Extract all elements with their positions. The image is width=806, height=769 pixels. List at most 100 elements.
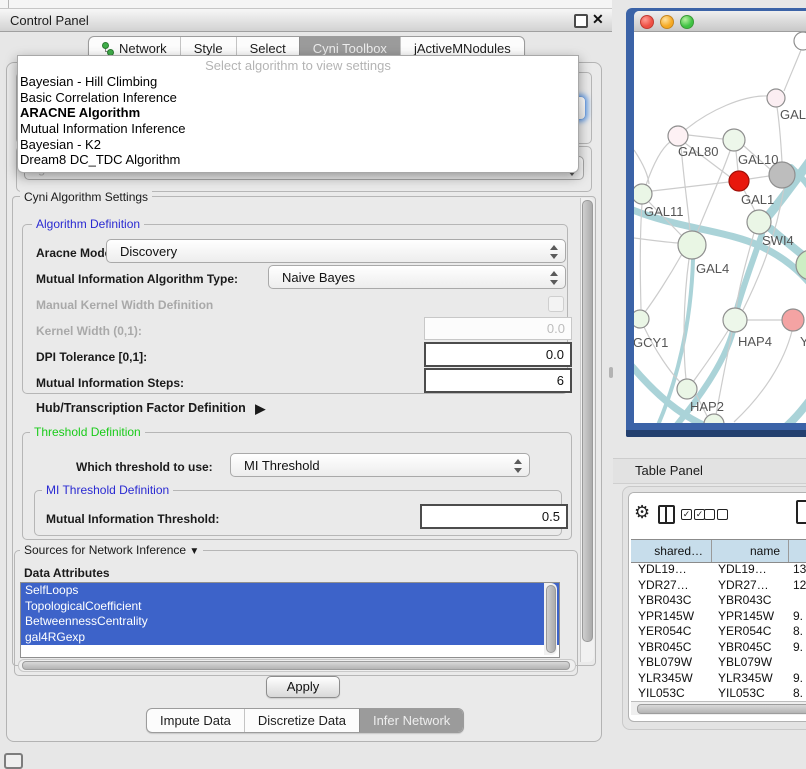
which-threshold-combo[interactable]: MI Threshold (230, 453, 530, 477)
network-window-frame[interactable]: GALGAL80GAL10GAL1GAL11SWI4GAL4GCY1HAP4YH… (626, 8, 806, 437)
column-header-name[interactable]: name (712, 540, 789, 562)
dropdown-item[interactable]: Basic Correlation Inference (18, 90, 578, 106)
network-node-gal1-red[interactable] (729, 171, 749, 191)
close-icon[interactable]: ✕ (592, 11, 604, 28)
network-node-hap4[interactable] (723, 308, 747, 332)
table-cell: YLR345W (631, 671, 712, 687)
hub-section-label[interactable]: Hub/Transcription Factor Definition ▶ (36, 400, 265, 416)
network-node-y-pink[interactable] (782, 309, 804, 331)
kernel-width-field[interactable]: 0.0 (424, 317, 572, 340)
aracne-mode-value: Discovery (120, 244, 177, 259)
table-row[interactable]: YDR27…YDR27…12 (631, 578, 806, 594)
network-edge-teal[interactable] (772, 392, 806, 423)
attributes-vscrollbar[interactable] (544, 583, 557, 655)
settings-vscrollbar[interactable] (580, 198, 594, 662)
algorithm-definition-title: Algorithm Definition (32, 217, 144, 231)
table-row[interactable]: YBR043CYBR043C (631, 593, 806, 609)
attribute-list-item[interactable]: SelfLoops (21, 583, 559, 599)
dropdown-item[interactable]: Dream8 DC_TDC Algorithm (18, 152, 578, 168)
column-header-partial[interactable] (789, 540, 806, 562)
table-hscrollbar-thumb[interactable] (637, 704, 806, 714)
manual-kernel-checkbox[interactable] (548, 296, 564, 312)
dpi-tolerance-field[interactable]: 0.0 (424, 342, 572, 367)
network-node-swi4-node[interactable] (747, 210, 771, 234)
data-attributes-list[interactable]: SelfLoopsTopologicalCoefficientBetweenne… (20, 582, 560, 658)
network-node-gal11[interactable] (634, 184, 652, 204)
columns-icon[interactable] (658, 505, 675, 524)
dropdown-item[interactable]: ARACNE Algorithm (18, 105, 578, 121)
attribute-list-item[interactable]: BetweennessCentrality (21, 614, 559, 630)
network-edge[interactable] (652, 182, 729, 191)
network-edge[interactable] (634, 150, 649, 184)
network-edge[interactable] (697, 151, 730, 233)
chevron-right-icon[interactable]: ▶ (255, 401, 265, 416)
mi-type-label: Mutual Information Algorithm Type: (36, 272, 238, 286)
sources-title-text: Sources for Network Inference (24, 543, 186, 557)
network-canvas[interactable]: GALGAL80GAL10GAL1GAL11SWI4GAL4GCY1HAP4YH… (634, 32, 806, 423)
aracne-mode-combo[interactable]: Discovery (106, 239, 566, 263)
table-cell: 9. (789, 671, 806, 687)
bottom-tab-impute-data[interactable]: Impute Data (147, 709, 244, 732)
network-edge-teal[interactable] (634, 208, 806, 294)
table-row[interactable]: YPR145WYPR145W9. (631, 609, 806, 625)
gear-icon[interactable]: ⚙ (634, 502, 650, 523)
table-cell: YBL079W (712, 655, 789, 671)
network-node-gal2-pink[interactable] (767, 89, 785, 107)
bottom-tab-discretize-data[interactable]: Discretize Data (244, 709, 359, 732)
network-edge[interactable] (688, 135, 723, 139)
network-window-titlebar[interactable] (634, 11, 806, 32)
attributes-hscrollbar-thumb[interactable] (22, 661, 570, 670)
network-node-label: GAL10 (738, 152, 778, 167)
float-panel-icon[interactable] (574, 14, 588, 28)
network-node-gal10[interactable] (723, 129, 745, 151)
splitter-handle[interactable] (609, 367, 613, 378)
table-row[interactable]: YDL19…YDL19…13 (631, 562, 806, 578)
sources-title[interactable]: Sources for Network Inference ▼ (20, 543, 203, 557)
apply-button[interactable]: Apply (266, 676, 340, 698)
dropdown-item[interactable]: Bayesian - K2 (18, 137, 578, 153)
attribute-list-item[interactable]: TopologicalCoefficient (21, 599, 559, 615)
table-row[interactable]: YIL053CYIL053C8. (631, 686, 806, 701)
export-table-icon[interactable] (796, 500, 806, 524)
mi-type-combo[interactable]: Naive Bayes (268, 265, 566, 289)
attributes-vscrollbar-thumb[interactable] (546, 585, 556, 653)
hub-section-text: Hub/Transcription Factor Definition (36, 401, 246, 415)
network-edge[interactable] (640, 204, 642, 309)
bottom-tab-infer-network[interactable]: Infer Network (359, 709, 463, 732)
minimize-traffic-light-icon[interactable] (660, 15, 674, 29)
deselect-all-columns-icon[interactable] (704, 509, 728, 520)
table-row[interactable]: YBL079WYBL079W (631, 655, 806, 671)
dropdown-item[interactable]: Mutual Information Inference (18, 121, 578, 137)
network-edge[interactable] (784, 50, 801, 91)
network-edge[interactable] (749, 176, 769, 179)
table-row[interactable]: YBR045CYBR045C9. (631, 640, 806, 656)
zoom-traffic-light-icon[interactable] (680, 15, 694, 29)
table-hscrollbar[interactable] (631, 701, 806, 715)
settings-vscrollbar-thumb[interactable] (582, 200, 593, 642)
network-node-hap2[interactable] (677, 379, 697, 399)
chevron-down-icon[interactable]: ▼ (189, 546, 199, 557)
network-node-partial-top[interactable] (794, 32, 806, 50)
column-header-shared[interactable]: shared… (631, 540, 712, 562)
mi-type-value: Naive Bayes (282, 270, 355, 285)
table-cell: 8. (789, 624, 806, 640)
network-node-gcy1[interactable] (634, 310, 649, 328)
dropdown-item[interactable]: Bayesian - Hill Climbing (18, 74, 578, 90)
network-edge[interactable] (645, 254, 682, 312)
network-edge[interactable] (646, 142, 670, 185)
network-window: GALGAL80GAL10GAL1GAL11SWI4GAL4GCY1HAP4YH… (634, 11, 806, 423)
network-node-gal4[interactable] (678, 231, 706, 259)
mi-threshold-field[interactable]: 0.5 (420, 504, 568, 529)
close-traffic-light-icon[interactable] (640, 15, 654, 29)
panel-toggle-icon[interactable] (4, 753, 23, 769)
mi-steps-field[interactable]: 6 (424, 368, 572, 393)
network-node-gal80[interactable] (668, 126, 688, 146)
table-cell: 13 (789, 562, 806, 578)
select-all-columns-icon[interactable]: ✓✓ (681, 509, 705, 520)
attributes-hscrollbar[interactable] (18, 659, 576, 672)
table-row[interactable]: YER054CYER054C8. (631, 624, 806, 640)
network-edge[interactable] (684, 96, 768, 131)
attribute-list-item[interactable]: gal4RGexp (21, 630, 559, 646)
table-row[interactable]: YLR345WYLR345W9. (631, 671, 806, 687)
dropdown-placeholder: Select algorithm to view settings (18, 58, 578, 74)
